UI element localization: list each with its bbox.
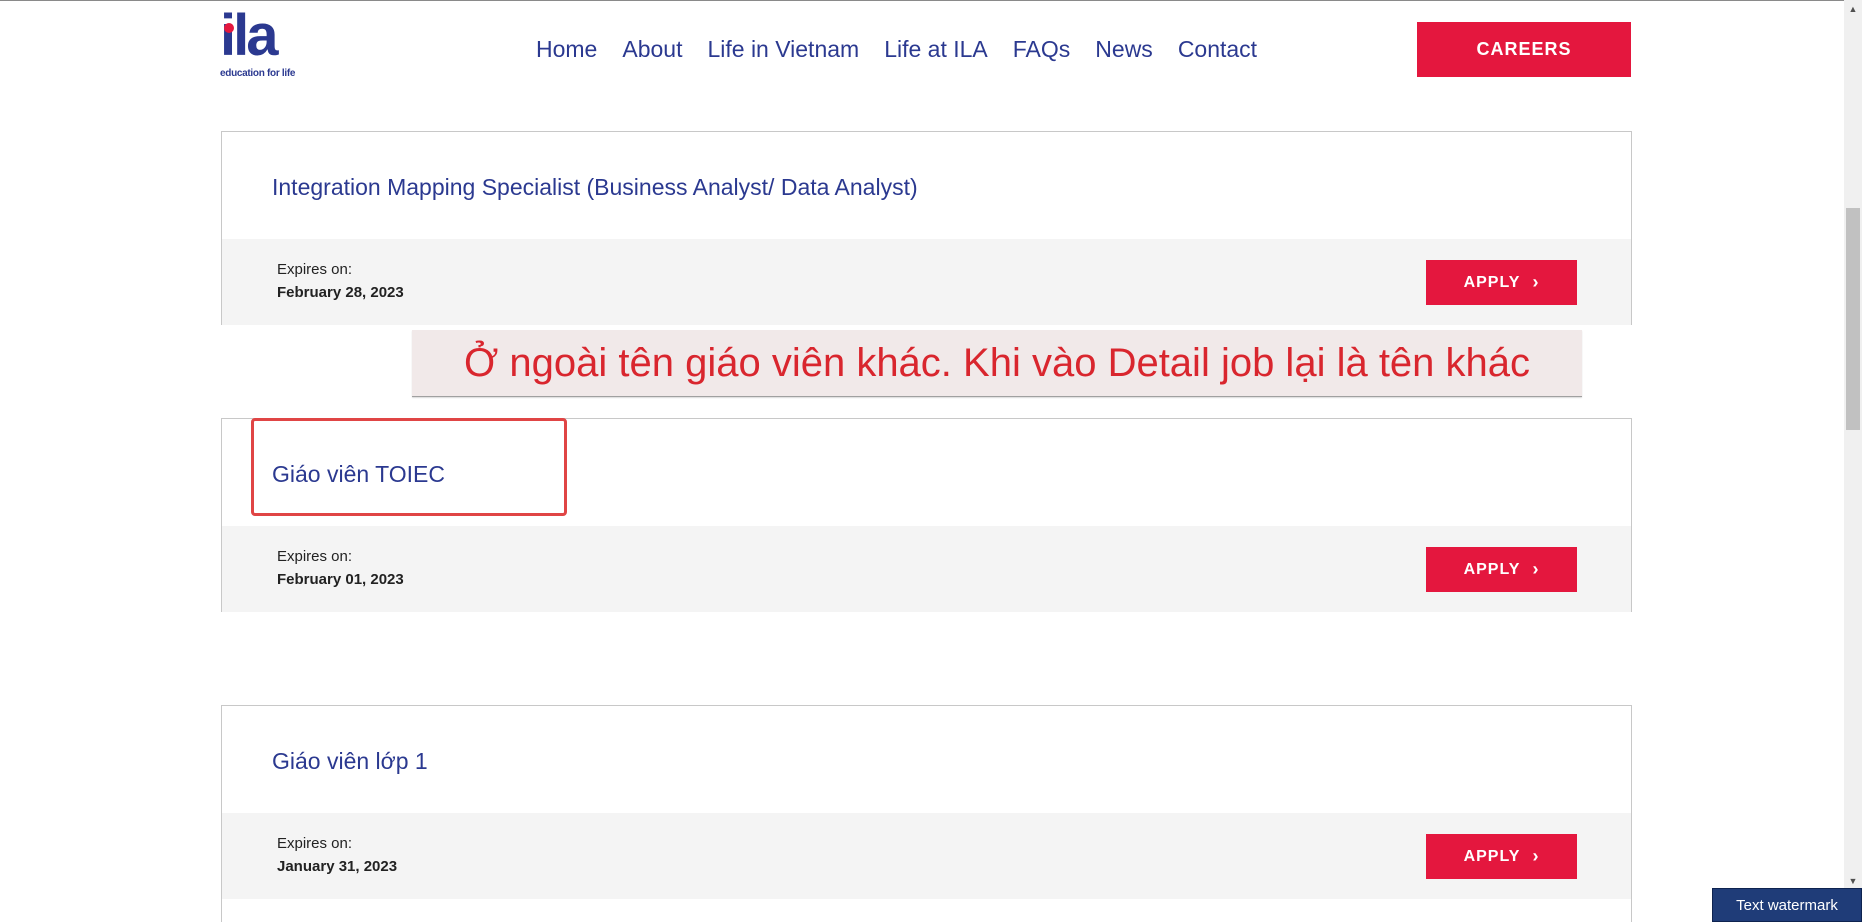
expires-label: Expires on: [277,548,353,565]
apply-button-label: APPLY [1463,560,1521,578]
text-watermark-badge: Text watermark [1712,888,1862,922]
triangle-up-icon[interactable]: ▲ [1844,0,1862,17]
job-card-footer: Expires on: February 01, 2023 APPLY › [222,526,1631,612]
job-card: Integration Mapping Specialist (Business… [221,131,1632,325]
apply-button[interactable]: APPLY › [1426,260,1577,305]
apply-button[interactable]: APPLY › [1426,834,1577,879]
annotation-highlight-box [251,418,567,516]
expires-label: Expires on: [277,835,353,852]
page: ila education for life Home About Life i… [0,0,1862,922]
nav-item-life-in-vietnam[interactable]: Life in Vietnam [707,34,859,64]
expires-date: January 31, 2023 [277,858,398,875]
nav-item-home[interactable]: Home [536,34,597,64]
expires-date: February 01, 2023 [277,571,404,588]
chevron-right-icon: › [1532,558,1540,579]
ila-logo[interactable]: ila education for life [220,6,295,82]
vertical-scrollbar[interactable]: ▲ ▼ [1844,0,1862,890]
expires-label: Expires on: [277,261,353,278]
nav-item-life-at-ila[interactable]: Life at ILA [884,34,988,64]
window-top-border [0,0,1844,1]
job-card: Giáo viên lớp 1 Expires on: January 31, … [221,705,1632,922]
job-title[interactable]: Giáo viên lớp 1 [272,748,428,775]
expires-date: February 28, 2023 [277,284,404,301]
logo-dot-icon [224,23,234,33]
nav-item-contact[interactable]: Contact [1178,34,1257,64]
main-nav: Home About Life in Vietnam Life at ILA F… [536,34,1282,64]
annotation-callout: Ở ngoài tên giáo viên khác. Khi vào Deta… [412,330,1582,397]
scrollbar-thumb[interactable] [1846,208,1860,430]
chevron-right-icon: › [1532,271,1540,292]
nav-item-news[interactable]: News [1095,34,1153,64]
apply-button-label: APPLY [1463,273,1521,291]
logo-wordmark: ila [220,3,278,68]
job-title[interactable]: Integration Mapping Specialist (Business… [272,174,918,201]
careers-button[interactable]: CAREERS [1417,22,1631,77]
nav-item-faqs[interactable]: FAQs [1013,34,1071,64]
triangle-down-icon[interactable]: ▼ [1844,872,1862,889]
job-card-footer: Expires on: February 28, 2023 APPLY › [222,239,1631,325]
logo-tagline: education for life [220,68,296,79]
chevron-right-icon: › [1532,845,1540,866]
apply-button[interactable]: APPLY › [1426,547,1577,592]
job-card-footer: Expires on: January 31, 2023 APPLY › [222,813,1631,899]
nav-item-about[interactable]: About [622,34,682,64]
apply-button-label: APPLY [1463,847,1521,865]
